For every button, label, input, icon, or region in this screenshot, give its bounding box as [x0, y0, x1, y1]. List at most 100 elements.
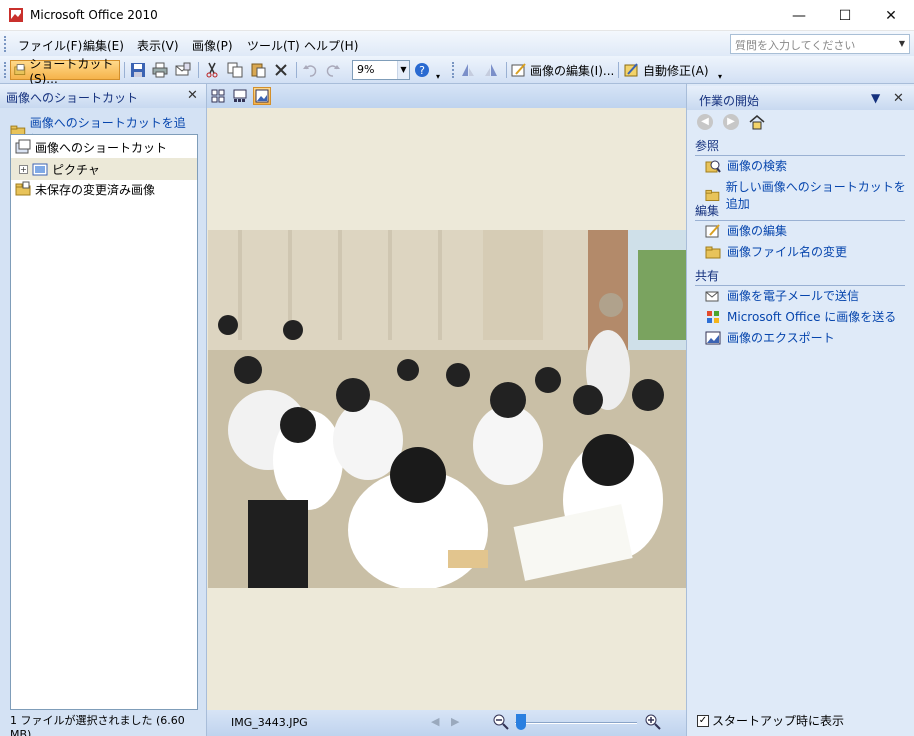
office-picture-manager-icon [9, 8, 23, 22]
previous-picture-button[interactable]: ◀ [431, 715, 439, 728]
pictures-folder-icon [32, 163, 48, 176]
single-picture-view-icon [255, 89, 269, 103]
minimize-button[interactable]: — [776, 0, 822, 31]
zoom-slider-track[interactable] [515, 722, 637, 724]
toolbar-separator [618, 62, 619, 78]
menu-tools[interactable]: ツール(T) [247, 37, 300, 54]
toolbar-grip[interactable] [4, 62, 7, 78]
single-picture-view-button[interactable] [253, 87, 271, 105]
back-arrow-icon[interactable]: ◀ [697, 114, 713, 130]
redo-button[interactable] [325, 60, 341, 80]
undo-button[interactable] [302, 60, 318, 80]
send-to-office-link[interactable]: Microsoft Office に画像を送る [705, 308, 896, 325]
locate-pictures-icon [705, 160, 721, 173]
home-icon[interactable] [749, 114, 765, 130]
add-new-shortcut-icon [705, 189, 720, 201]
email-pictures-label: 画像を電子メールで送信 [727, 289, 860, 303]
section-heading-edit: 編集 [695, 202, 905, 221]
standard-toolbar: ショートカット(S)... 9% ▼ ? ▾ 画像の編集(I)... 自動修正(… [0, 56, 914, 86]
next-picture-button[interactable]: ▶ [451, 715, 459, 728]
maximize-button[interactable]: ☐ [822, 0, 868, 31]
show-at-startup-option[interactable]: ✓ スタートアップ時に表示 [697, 712, 844, 729]
locate-pictures-link[interactable]: 画像の検索 [705, 157, 787, 174]
shortcut-folder-icon [14, 64, 26, 76]
edit-pictures-link[interactable]: 画像の編集 [705, 222, 787, 239]
cut-button[interactable] [204, 60, 220, 80]
left-pane-title: 画像へのショートカット [6, 91, 139, 105]
zoom-value: 9% [357, 63, 375, 76]
menu-file[interactable]: ファイル(F) [18, 37, 82, 54]
copy-icon [227, 62, 243, 78]
rename-files-link[interactable]: 画像ファイル名の変更 [705, 243, 847, 260]
task-pane: 作業の開始 ▼ ✕ ◀ ▶ 参照 画像の検索 新しい画像へのショートカットを追加… [686, 84, 914, 736]
filmstrip-view-button[interactable] [231, 87, 249, 105]
edit-pictures-button[interactable]: 画像の編集(I)... [511, 60, 614, 80]
tree-item-shortcuts[interactable]: 画像へのショートカット [11, 136, 197, 158]
menu-bar: ファイル(F) 編集(E) 表示(V) 画像(P) ツール(T) ヘルプ(H) … [0, 31, 914, 56]
menu-view[interactable]: 表示(V) [137, 37, 179, 54]
current-file-name: IMG_3443.JPG [231, 716, 308, 729]
export-pictures-link[interactable]: 画像のエクスポート [705, 329, 835, 346]
zoom-slider-thumb[interactable] [516, 714, 526, 730]
export-pictures-label: 画像のエクスポート [727, 331, 835, 345]
email-pictures-icon [705, 291, 719, 301]
email-attach-icon [175, 62, 191, 76]
print-button[interactable] [152, 60, 168, 80]
show-at-startup-label: スタートアップ時に表示 [712, 714, 845, 728]
edit-pictures-link-label: 画像の編集 [727, 224, 788, 238]
menu-picture[interactable]: 画像(P) [192, 37, 233, 54]
toolbar-grip[interactable] [452, 62, 455, 78]
expand-toggle[interactable]: + [19, 164, 28, 174]
copy-button[interactable] [227, 60, 243, 80]
toolbar-separator [506, 62, 507, 78]
zoom-combo[interactable]: 9% ▼ [352, 60, 410, 80]
tree-item-unsaved-label: 未保存の変更済み画像 [35, 182, 156, 197]
task-pane-nav: ◀ ▶ [697, 114, 765, 130]
shortcuts-button-label: ショートカット(S)... [29, 56, 114, 86]
shortcuts-button[interactable]: ショートカット(S)... [10, 57, 120, 86]
redo-icon [326, 65, 340, 77]
view-mode-bar [207, 84, 686, 108]
save-button[interactable] [130, 60, 146, 80]
toolbar-separator [124, 62, 125, 78]
svg-text:?: ? [419, 64, 425, 77]
section-heading-share: 共有 [695, 267, 905, 286]
paste-button[interactable] [250, 60, 266, 80]
thumbnail-view-icon [211, 89, 225, 103]
forward-arrow-icon[interactable]: ▶ [723, 114, 739, 130]
zoom-dropdown-arrow[interactable]: ▼ [397, 61, 409, 79]
photo-preview[interactable] [208, 230, 686, 588]
edit-pictures-icon [705, 223, 720, 237]
menu-edit[interactable]: 編集(E) [83, 37, 124, 54]
menu-grip[interactable] [4, 36, 7, 52]
email-pictures-link[interactable]: 画像を電子メールで送信 [705, 287, 859, 304]
tree-item-unsaved-edits[interactable]: 未保存の変更済み画像 [11, 178, 197, 200]
auto-correct-button[interactable]: 自動修正(A) [624, 60, 709, 80]
tree-item-pictures[interactable]: + ピクチャ [11, 158, 197, 180]
help-search-dropdown[interactable]: ▼ [895, 35, 909, 53]
toolbar-options-arrow[interactable]: ▾ [436, 66, 440, 86]
auto-correct-icon [624, 63, 638, 77]
tree-item-shortcuts-label: 画像へのショートカット [35, 140, 168, 155]
rotate-left-button[interactable] [460, 60, 476, 80]
rotate-right-button[interactable] [483, 60, 499, 80]
zoom-out-icon[interactable] [493, 714, 509, 730]
task-pane-menu-arrow[interactable]: ▼ [871, 91, 880, 105]
delete-button[interactable] [273, 60, 289, 80]
office-logo-icon [707, 310, 719, 323]
zoom-in-icon[interactable] [645, 714, 661, 730]
show-at-startup-checkbox[interactable]: ✓ [697, 714, 709, 727]
menu-help[interactable]: ヘルプ(H) [304, 37, 358, 54]
toolbar-options-arrow-2[interactable]: ▾ [718, 66, 722, 86]
help-search-input[interactable]: 質問を入力してください ▼ [730, 34, 910, 54]
task-pane-close-button[interactable]: ✕ [893, 91, 904, 106]
thumbnail-view-button[interactable] [209, 87, 227, 105]
locate-pictures-label: 画像の検索 [727, 159, 788, 173]
email-button[interactable] [175, 60, 191, 80]
left-pane-close-button[interactable]: ✕ [187, 88, 198, 103]
selection-status: 1 ファイルが選択されました (6.60 MB) [10, 714, 185, 736]
paste-icon [251, 63, 266, 78]
help-button[interactable]: ? [414, 60, 430, 80]
edit-picture-icon [511, 63, 526, 77]
close-button[interactable]: ✕ [868, 0, 914, 31]
